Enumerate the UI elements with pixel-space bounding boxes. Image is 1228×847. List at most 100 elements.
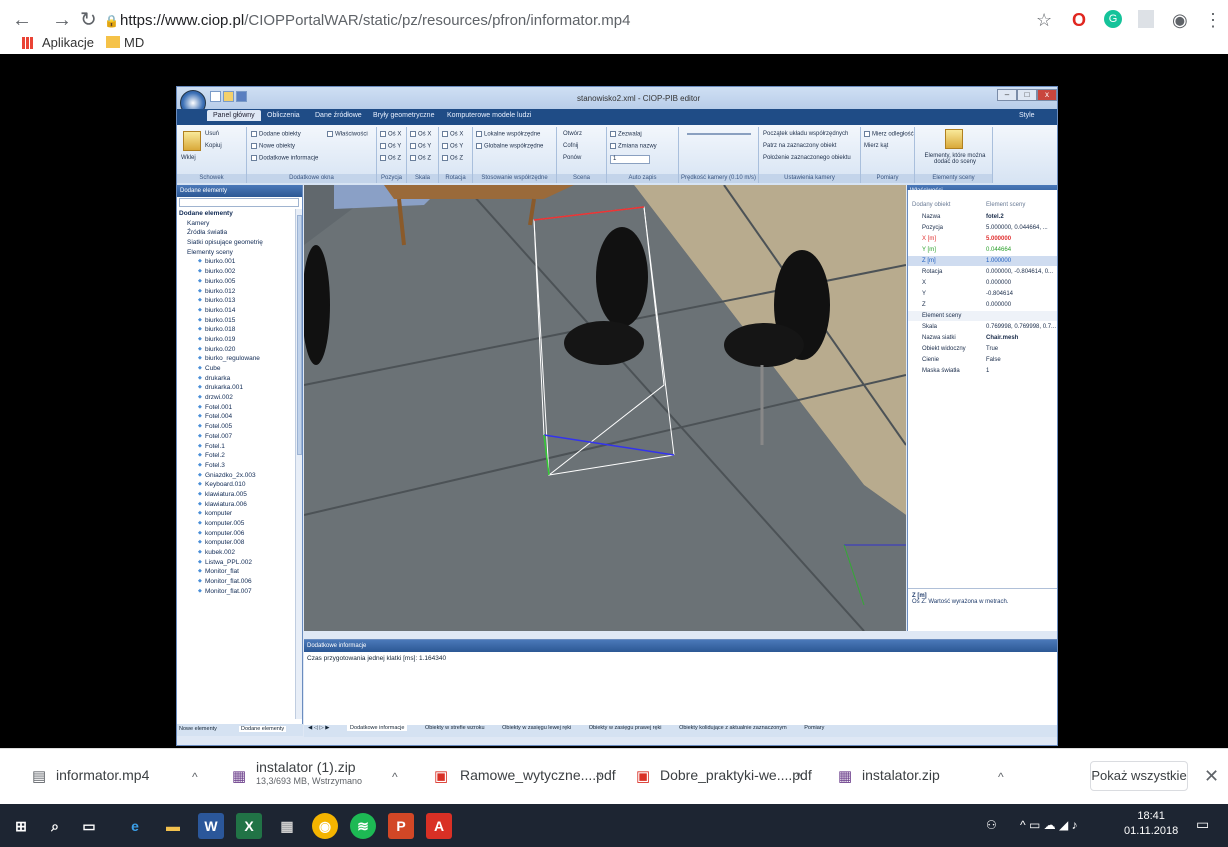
tree-item[interactable]: Monitor_flat	[177, 567, 297, 577]
tree-item[interactable]: klawiatura.006	[177, 500, 297, 510]
measure-distance[interactable]: Mierz odległość	[864, 131, 914, 138]
tree-item[interactable]: Fotel.007	[177, 432, 297, 442]
scale-x[interactable]: Oś X	[410, 131, 431, 138]
property-row[interactable]: Y [m] 0.044664	[908, 245, 1057, 255]
tree-item[interactable]: Fotel.2	[177, 451, 297, 461]
tree-item[interactable]: biurko_regulowane	[177, 354, 297, 364]
rot-z[interactable]: Oś Z	[442, 155, 463, 162]
tab-collisions[interactable]: Obiekty kolidujące z aktualnie zaznaczon…	[679, 725, 787, 731]
apps-icon[interactable]	[22, 37, 34, 49]
tab-sight-zone[interactable]: Obiekty w strefie wzroku	[425, 725, 485, 731]
tree-item[interactable]: klawiatura.005	[177, 490, 297, 500]
tree-search-input[interactable]	[179, 198, 299, 207]
tree-item[interactable]: biurko.002	[177, 267, 297, 277]
clock[interactable]: 18:41 01.11.2018	[1124, 809, 1178, 839]
scroll-thumb[interactable]	[297, 215, 302, 455]
tree-item[interactable]: biurko.012	[177, 287, 297, 297]
calculator-icon[interactable]: ▦	[274, 813, 300, 839]
tree-item[interactable]: Listwa_PPL.002	[177, 558, 297, 568]
scene-viewport[interactable]	[304, 185, 906, 631]
download-item[interactable]: Dobre_praktyki-we....pdf	[660, 767, 812, 783]
tree-item[interactable]: biurko.014	[177, 306, 297, 316]
tree-category[interactable]: Kamery	[177, 219, 297, 229]
back-icon[interactable]: ←	[12, 10, 32, 30]
explorer-icon[interactable]: ▬	[160, 813, 186, 839]
pos-y[interactable]: Oś Y	[380, 143, 401, 150]
windows-start-icon[interactable]: ⊞	[8, 813, 34, 839]
property-row[interactable]: Y -0.804614	[908, 289, 1057, 299]
close-button[interactable]: x	[1037, 89, 1057, 101]
people-icon[interactable]: ⚇	[986, 818, 997, 832]
tree-item[interactable]: biurko.005	[177, 277, 297, 287]
tree-scrollbar[interactable]	[295, 209, 302, 719]
forward-icon[interactable]: →	[52, 10, 72, 30]
style-menu[interactable]: Style	[1019, 112, 1035, 119]
tree-item[interactable]: biurko.001	[177, 257, 297, 267]
tree-item[interactable]: Fotel.005	[177, 422, 297, 432]
star-icon[interactable]: ☆	[1036, 10, 1052, 30]
property-row[interactable]: Skala 0.769998, 0.769998, 0.7...	[908, 322, 1057, 332]
tree-item[interactable]: komputer.006	[177, 529, 297, 539]
tree-item[interactable]: biurko.020	[177, 345, 297, 355]
tab-dane-zrodlowe[interactable]: Dane źródłowe	[315, 112, 362, 119]
tree-item[interactable]: drukarka.001	[177, 383, 297, 393]
tree-item[interactable]: Monitor_flat.007	[177, 587, 297, 597]
property-row[interactable]: Nazwa siatki Chair.mesh	[908, 333, 1057, 343]
pos-x[interactable]: Oś X	[380, 131, 401, 138]
open-icon[interactable]	[223, 91, 234, 102]
global-coords[interactable]: Globalne współrzędne	[476, 143, 543, 150]
new-icon[interactable]	[210, 91, 221, 102]
rot-y[interactable]: Oś Y	[442, 143, 463, 150]
acrobat-icon[interactable]: A	[426, 813, 452, 839]
powerpoint-icon[interactable]: P	[388, 813, 414, 839]
camera-position-button[interactable]: Położenie zaznaczonego obiektu	[763, 155, 851, 161]
open-scene-button[interactable]: Otwórz	[563, 131, 582, 137]
tree-item[interactable]: biurko.019	[177, 335, 297, 345]
edge-icon[interactable]: e	[122, 813, 148, 839]
measure-angle[interactable]: Mierz kąt	[864, 143, 888, 149]
tree-category[interactable]: Siatki opisujące geometrię	[177, 238, 297, 248]
add-elements-icon[interactable]	[945, 129, 963, 149]
word-icon[interactable]: W	[198, 813, 224, 839]
camera-origin-button[interactable]: Początek układu współrzędnych	[763, 131, 848, 137]
autosave-allow[interactable]: Zezwalaj	[610, 131, 642, 138]
tree-item[interactable]: biurko.018	[177, 325, 297, 335]
menu-icon[interactable]: ⋮	[1204, 10, 1222, 30]
bookmark-md[interactable]: MD	[124, 35, 144, 50]
tree-item[interactable]: komputer.005	[177, 519, 297, 529]
task-view-icon[interactable]: ▭	[76, 813, 102, 839]
property-row[interactable]: Z [m] 1.000000	[908, 256, 1057, 266]
tab-modele-ludzi[interactable]: Komputerowe modele ludzi	[447, 112, 531, 119]
download-item[interactable]: informator.mp4	[56, 767, 149, 783]
property-row[interactable]: Rotacja 0.000000, -0.804614, 0...	[908, 267, 1057, 277]
tree-category[interactable]: Źródła światła	[177, 228, 297, 238]
tab-info[interactable]: Dodatkowe informacje	[347, 725, 408, 731]
opera-icon[interactable]: O	[1072, 10, 1086, 30]
download-item[interactable]: instalator.zip	[862, 767, 940, 783]
tree-item[interactable]: Fotel.1	[177, 442, 297, 452]
property-row[interactable]: Z 0.000000	[908, 300, 1057, 310]
scale-z[interactable]: Oś Z	[410, 155, 431, 162]
pos-z[interactable]: Oś Z	[380, 155, 401, 162]
tab-left-reach[interactable]: Obiekty w zasięgu lewej ręki	[502, 725, 571, 731]
nav-arrows-icon[interactable]: ◀ ◁ ▷ ▶	[308, 725, 330, 731]
chevron-up-icon[interactable]: ^	[998, 770, 1004, 784]
tab-measurements[interactable]: Pomiary	[804, 725, 824, 731]
chevron-up-icon[interactable]: ^	[192, 770, 198, 784]
tray-icons[interactable]: ^ ▭ ☁ ◢ ♪	[1020, 818, 1078, 832]
check-dodatkowe-informacje[interactable]: Dodatkowe informacje	[251, 155, 318, 162]
add-elements-button[interactable]: Elementy, które można dodać do sceny	[921, 153, 989, 165]
tree-item[interactable]: Gniazdko_2x.003	[177, 471, 297, 481]
address-bar[interactable]: https://www.ciop.pl/CIOPPortalWAR/static…	[120, 12, 630, 29]
tab-bryly[interactable]: Bryły geometryczne	[373, 112, 434, 119]
grammarly-icon[interactable]: G	[1104, 10, 1122, 28]
tree-item[interactable]: Monitor_flat.006	[177, 577, 297, 587]
tree-root[interactable]: Dodane elementy	[177, 209, 297, 219]
autosave-interval-input[interactable]: 1	[610, 155, 650, 164]
chrome-icon[interactable]: ◉	[312, 813, 338, 839]
undo-button[interactable]: Cofnij	[563, 143, 578, 149]
tab-right-reach[interactable]: Obiekty w zasięgu prawej ręki	[589, 725, 662, 731]
check-nowe-obiekty[interactable]: Nowe obiekty	[251, 143, 295, 150]
tab-added-elements[interactable]: Dodane elementy	[239, 726, 287, 732]
property-row[interactable]: Obiekt widoczny True	[908, 344, 1057, 354]
